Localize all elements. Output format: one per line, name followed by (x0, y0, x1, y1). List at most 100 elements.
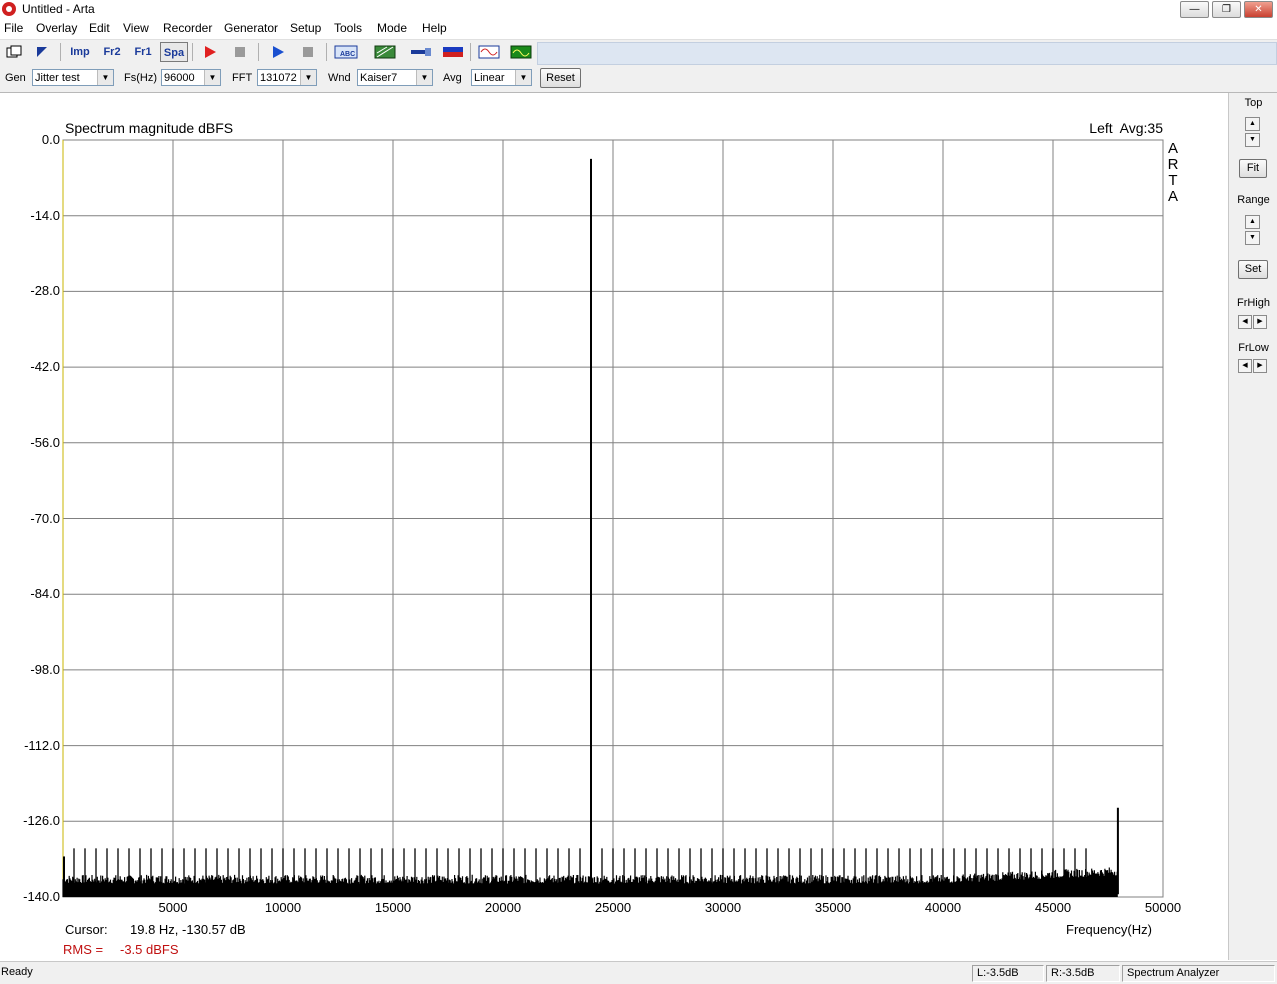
x-tick-label: 20000 (484, 900, 522, 915)
range-label: Range (1237, 194, 1270, 206)
y-tick-label: -98.0 (30, 661, 60, 677)
scope-icon (510, 45, 532, 59)
channel-info: Left Avg:35 (1089, 120, 1163, 136)
chevron-down-icon[interactable]: ▼ (204, 70, 220, 85)
play-blue-icon (273, 46, 284, 58)
sample-rate-select[interactable]: 96000 ▼ (161, 69, 221, 86)
levels-button[interactable] (440, 42, 466, 62)
x-tick-label: 10000 (264, 900, 302, 915)
fft-size-value: 131072 (260, 72, 297, 84)
menu-overlay[interactable]: Overlay (36, 21, 77, 35)
spectrum-chart[interactable] (0, 93, 1227, 960)
menu-tools[interactable]: Tools (334, 21, 362, 35)
menu-setup[interactable]: Setup (290, 21, 321, 35)
menu-help[interactable]: Help (422, 21, 447, 35)
menu-generator[interactable]: Generator (224, 21, 278, 35)
scope-button[interactable] (508, 42, 534, 62)
restore-button[interactable]: ❐ (1212, 1, 1241, 18)
fit-button[interactable]: Fit (1239, 159, 1267, 178)
record-start-button[interactable] (199, 42, 221, 62)
y-tick-label: -28.0 (30, 283, 60, 299)
generator-select[interactable]: Jitter test ▼ (32, 69, 114, 86)
x-tick-label: 15000 (374, 900, 412, 915)
frhigh-left-button[interactable]: ◀ (1238, 315, 1252, 329)
top-down-button[interactable]: ▼ (1245, 133, 1260, 147)
abc-button[interactable]: ABC (333, 42, 359, 62)
generator-stop-button[interactable] (297, 42, 319, 62)
chevron-down-icon[interactable]: ▼ (300, 70, 316, 85)
stop-icon (235, 47, 245, 57)
chevron-down-icon[interactable]: ▼ (416, 70, 432, 85)
reset-button[interactable]: Reset (540, 68, 581, 88)
frlow-label: FrLow (1238, 342, 1269, 354)
window-function-value: Kaiser7 (360, 72, 398, 84)
chevron-down-icon[interactable]: ▼ (97, 70, 113, 85)
x-tick-label: 25000 (594, 900, 632, 915)
calibrate-button[interactable] (408, 42, 434, 62)
title-bar: Untitled - Arta — ❐ ✕ (0, 0, 1277, 18)
status-mode: Spectrum Analyzer (1122, 965, 1275, 982)
probe-icon (411, 48, 431, 56)
y-tick-label: -84.0 (30, 586, 60, 602)
x-tick-label: 40000 (924, 900, 962, 915)
open-file-button[interactable] (3, 42, 25, 62)
sample-rate-value: 96000 (164, 72, 195, 84)
generator-start-button[interactable] (267, 42, 289, 62)
x-tick-label: 30000 (704, 900, 742, 915)
imp-mode-button[interactable]: Imp (66, 42, 94, 62)
close-button[interactable]: ✕ (1244, 1, 1273, 18)
rms-value: -3.5 dBFS (120, 942, 179, 957)
menu-bar: File Overlay Edit View Recorder Generato… (0, 19, 1277, 38)
window-title: Untitled - Arta (22, 2, 95, 16)
menu-mode[interactable]: Mode (377, 21, 407, 35)
fft-label: FFT (232, 72, 253, 84)
cursor-mode-button[interactable] (31, 42, 53, 62)
sine-wave-icon (478, 45, 500, 59)
open-file-icon (6, 45, 22, 58)
y-tick-label: -126.0 (23, 813, 60, 829)
arta-app-icon[interactable] (2, 2, 16, 16)
color-scheme-button[interactable] (372, 42, 398, 62)
y-tick-label: -42.0 (30, 359, 60, 375)
toolbar-separator (258, 43, 259, 61)
menu-view[interactable]: View (123, 21, 149, 35)
top-up-button[interactable]: ▲ (1245, 117, 1260, 131)
x-axis-label: Frequency(Hz) (1066, 922, 1152, 937)
menu-recorder[interactable]: Recorder (163, 21, 212, 35)
cursor-readout: 19.8 Hz, -130.57 dB (130, 922, 246, 937)
range-up-button[interactable]: ▲ (1245, 215, 1260, 229)
abc-graph-icon: ABC (334, 45, 358, 59)
frhigh-right-button[interactable]: ▶ (1253, 315, 1267, 329)
averaging-select[interactable]: Linear ▼ (471, 69, 532, 86)
y-tick-label: -56.0 (30, 434, 60, 450)
toolbar-separator (192, 43, 193, 61)
range-down-button[interactable]: ▼ (1245, 231, 1260, 245)
menu-file[interactable]: File (4, 21, 23, 35)
frlow-left-button[interactable]: ◀ (1238, 359, 1252, 373)
status-right-level: R:-3.5dB (1046, 965, 1120, 982)
status-left-level: L:-3.5dB (972, 965, 1044, 982)
rms-label: RMS = (63, 942, 104, 957)
set-button[interactable]: Set (1238, 260, 1268, 279)
plot-area (0, 93, 1227, 960)
frhigh-label: FrHigh (1236, 297, 1270, 309)
fr1-mode-button[interactable]: Fr1 (129, 42, 157, 62)
chevron-down-icon[interactable]: ▼ (515, 70, 531, 85)
record-stop-button[interactable] (229, 42, 251, 62)
status-ready: Ready (1, 966, 33, 978)
cursor-arrow-icon (37, 47, 47, 57)
fft-size-select[interactable]: 131072 ▼ (257, 69, 317, 86)
watermark-letter: A (1167, 188, 1178, 205)
menu-edit[interactable]: Edit (89, 21, 110, 35)
minimize-button[interactable]: — (1180, 1, 1209, 18)
spa-mode-button[interactable]: Spa (160, 42, 188, 62)
cursor-label: Cursor: (65, 922, 108, 937)
generator-value: Jitter test (35, 72, 80, 84)
window-function-select[interactable]: Kaiser7 ▼ (357, 69, 433, 86)
fr2-mode-button[interactable]: Fr2 (98, 42, 126, 62)
x-tick-label: 50000 (1144, 900, 1182, 915)
signal-generator-button[interactable] (476, 42, 502, 62)
status-bar: Ready L:-3.5dB R:-3.5dB Spectrum Analyze… (0, 961, 1277, 984)
y-tick-label: -14.0 (30, 207, 60, 223)
frlow-right-button[interactable]: ▶ (1253, 359, 1267, 373)
